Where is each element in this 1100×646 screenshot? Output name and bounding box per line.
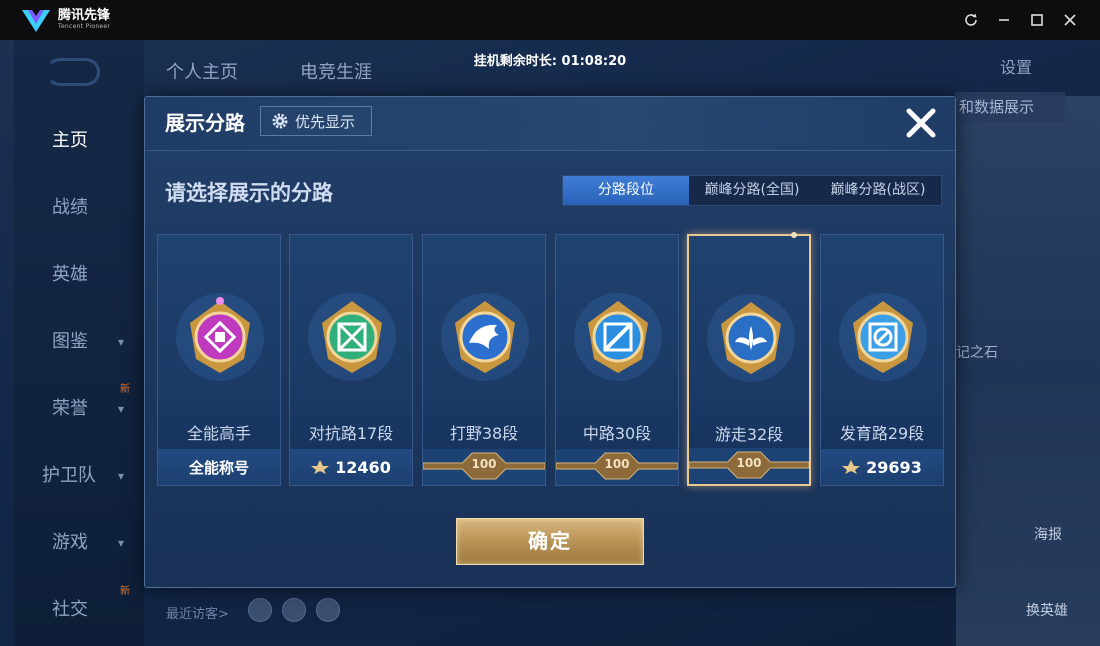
new-badge: 新 xyxy=(120,586,130,597)
lane-card-footer: 29693 xyxy=(821,449,943,485)
chevron-down-icon: ▾ xyxy=(118,536,125,550)
lane-card-jungle[interactable]: 打野38段 100 xyxy=(422,234,546,486)
sidebar-item-home[interactable]: 主页 xyxy=(14,126,134,156)
lane-card-label: 对抗路17段 xyxy=(308,424,394,443)
farm-lane-emblem-icon xyxy=(839,293,927,381)
sidebar-item-heroes[interactable]: 英雄 xyxy=(14,260,134,290)
sidebar-item-guard[interactable]: 护卫队 xyxy=(14,461,134,491)
lane-card-label: 中路30段 xyxy=(582,424,652,443)
game-window: 腾讯先锋 Tencent Pioneer 主页 战绩 英雄 图鉴 ▾ 荣誉 新 … xyxy=(0,0,1100,646)
recent-visitors-link[interactable]: 最近访客> xyxy=(166,603,229,622)
app-logo-icon xyxy=(22,10,50,32)
new-badge: 新 xyxy=(120,384,130,395)
roam-emblem-icon xyxy=(707,294,795,382)
lane-card-label: 发育路29段 xyxy=(839,424,925,443)
lane-card-clash[interactable]: 对抗路17段 12460 xyxy=(289,234,413,486)
mid-lane-emblem-icon xyxy=(574,293,662,381)
selected-indicator xyxy=(791,232,797,238)
close-icon[interactable] xyxy=(901,103,941,143)
app-subname: Tencent Pioneer xyxy=(58,23,111,30)
confirm-button[interactable]: 确定 xyxy=(456,518,644,565)
poster-button[interactable]: 海报 xyxy=(1034,524,1062,544)
rank-stars-value: 100 xyxy=(471,457,497,471)
afk-timer: 挂机剩余时长: 01:08:20 xyxy=(473,54,627,69)
lane-card-label: 游走32段 xyxy=(714,425,784,444)
lane-cards: 全能高手 全能称号 对抗路17段 12460 打野38段 100 中路30段 1… xyxy=(157,232,944,486)
lane-card-roam[interactable]: 游走32段 100 xyxy=(687,232,811,486)
lane-card-footer: 12460 xyxy=(290,449,412,485)
lane-points-value: 29693 xyxy=(866,457,922,477)
tab-peak-region[interactable]: 巅峰分路(战区) xyxy=(815,176,941,205)
sidebar-item-games[interactable]: 游戏 xyxy=(14,528,134,558)
visitor-avatar[interactable] xyxy=(248,598,272,622)
chevron-down-icon: ▾ xyxy=(118,469,125,483)
points-icon xyxy=(842,460,861,474)
lane-card-mid[interactable]: 中路30段 100 xyxy=(555,234,679,486)
sidebar-item-gallery[interactable]: 图鉴 xyxy=(14,327,134,357)
visitor-avatar[interactable] xyxy=(282,598,306,622)
app-name: 腾讯先锋 xyxy=(58,8,111,23)
clash-lane-emblem-icon xyxy=(308,293,396,381)
points-icon xyxy=(311,460,330,474)
tab-lane-rank[interactable]: 分路段位 xyxy=(563,176,689,205)
lane-display-dialog: 展示分路 优先显示 请选择展示的分路 分路段位 巅峰分路(全国) 巅峰分路(战区… xyxy=(144,96,956,588)
close-window-icon[interactable] xyxy=(1060,10,1080,30)
lane-card-footer: 全能称号 xyxy=(158,449,280,485)
dialog-header: 展示分路 优先显示 xyxy=(145,97,955,151)
lane-card-all-round[interactable]: 全能高手 全能称号 xyxy=(157,234,281,486)
dialog-title: 展示分路 xyxy=(165,111,245,135)
stone-label: 记之石 xyxy=(956,345,998,361)
refresh-icon[interactable] xyxy=(961,10,981,30)
swap-hero-button[interactable]: 换英雄 xyxy=(1026,600,1068,620)
title-bar: 腾讯先锋 Tencent Pioneer xyxy=(0,0,1100,40)
jungle-emblem-icon xyxy=(441,293,529,381)
maximize-icon[interactable] xyxy=(1027,10,1047,30)
sidebar-item-honor[interactable]: 荣誉 xyxy=(14,394,134,424)
sidebar-item-record[interactable]: 战绩 xyxy=(14,193,134,223)
gear-icon xyxy=(272,113,288,129)
dialog-subtitle: 请选择展示的分路 xyxy=(165,181,333,205)
minimize-icon[interactable] xyxy=(994,10,1014,30)
tab-peak-national[interactable]: 巅峰分路(全国) xyxy=(689,176,815,205)
lane-points-value: 12460 xyxy=(335,457,391,477)
lane-tabs: 分路段位 巅峰分路(全国) 巅峰分路(战区) xyxy=(562,175,942,206)
right-panel xyxy=(956,96,1100,646)
lane-card-label: 打野38段 xyxy=(449,424,519,443)
lane-card-label: 全能高手 xyxy=(186,424,251,443)
data-display-strip[interactable]: 和数据展示 xyxy=(955,92,1065,122)
all-round-emblem-icon xyxy=(176,293,264,381)
rank-stars-value: 100 xyxy=(736,456,762,470)
priority-display-label: 优先显示 xyxy=(295,112,356,131)
sidebar-item-social[interactable]: 社交 xyxy=(14,595,134,625)
all-round-title: 全能称号 xyxy=(188,458,249,477)
chevron-down-icon: ▾ xyxy=(118,402,125,416)
chevron-down-icon: ▾ xyxy=(118,335,125,349)
rank-stars-value: 100 xyxy=(604,457,630,471)
lane-card-farm[interactable]: 发育路29段 29693 xyxy=(820,234,944,486)
visitor-avatar[interactable] xyxy=(316,598,340,622)
priority-display-button[interactable]: 优先显示 xyxy=(260,106,372,136)
